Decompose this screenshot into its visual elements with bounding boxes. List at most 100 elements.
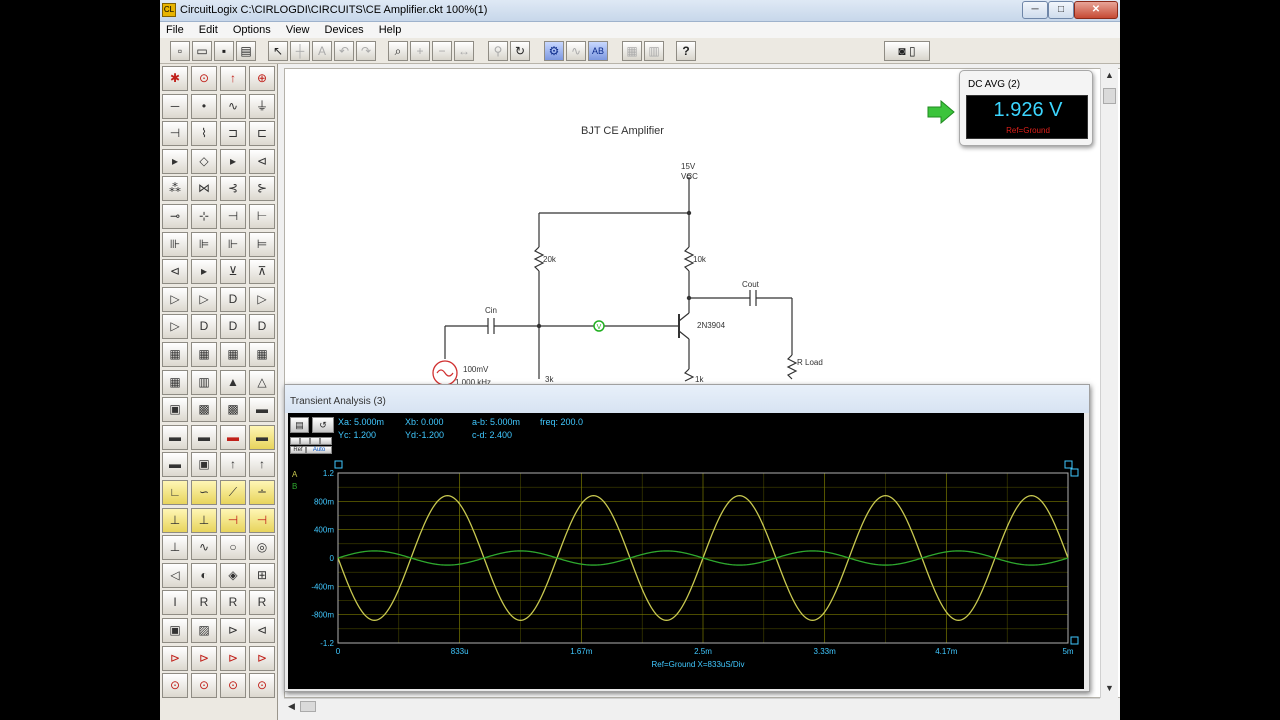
palette-component-icon[interactable]: ⌇	[191, 121, 217, 147]
palette-component-icon[interactable]: ⊲	[249, 618, 275, 643]
transient-analysis-window[interactable]: Transient Analysis (3) ▤ ↺ Ref Auto Xa: …	[284, 384, 1090, 692]
horizontal-scrollbar[interactable]: ◀	[284, 698, 1100, 714]
camera-icon[interactable]: ◙ ▯	[884, 41, 930, 61]
palette-component-icon[interactable]: •	[191, 93, 217, 119]
palette-component-icon[interactable]: ⊙	[191, 66, 217, 91]
palette-component-icon[interactable]: ◐	[191, 562, 217, 588]
palette-component-icon[interactable]: ⊙	[249, 673, 275, 699]
palette-component-icon[interactable]: ▣	[191, 452, 217, 478]
palette-component-icon[interactable]: ⊣	[220, 507, 246, 533]
palette-component-icon[interactable]: ⊻	[220, 259, 246, 285]
palette-component-icon[interactable]: ↑	[220, 66, 246, 91]
pointer-icon[interactable]: ↖	[268, 41, 288, 61]
palette-component-icon[interactable]: ⊙	[191, 673, 217, 699]
palette-component-icon[interactable]: ↑	[249, 452, 275, 478]
zoom-out-icon[interactable]: −	[432, 41, 452, 61]
palette-component-icon[interactable]: ▸	[191, 259, 217, 285]
fit-icon[interactable]: ↔	[454, 41, 474, 61]
menu-devices[interactable]: Devices	[319, 22, 370, 37]
menu-help[interactable]: Help	[373, 22, 408, 37]
palette-component-icon[interactable]: ⊳	[191, 645, 217, 671]
palette-component-icon[interactable]: ⊫	[191, 231, 217, 257]
wire-icon[interactable]: ┼	[290, 41, 310, 61]
palette-component-icon[interactable]: ◈	[220, 562, 246, 588]
minimize-button[interactable]: ─	[1022, 1, 1048, 19]
dc-avg-meter[interactable]: DC AVG (2) 1.926 V Ref=Ground	[959, 70, 1093, 146]
palette-component-icon[interactable]: D	[249, 314, 275, 340]
palette-component-icon[interactable]: ⊐	[220, 121, 246, 147]
scroll-down-icon[interactable]: ▼	[1105, 683, 1114, 693]
palette-component-icon[interactable]: ⊹	[191, 204, 217, 229]
new-icon[interactable]: ▫	[170, 41, 190, 61]
menu-options[interactable]: Options	[227, 22, 277, 37]
palette-component-icon[interactable]: ✱	[162, 66, 188, 91]
palette-component-icon[interactable]: ▸	[220, 148, 246, 174]
palette-component-icon[interactable]: ⊲	[162, 259, 188, 285]
palette-component-icon[interactable]: ▬	[220, 424, 246, 450]
vertical-scroll-thumb[interactable]	[1103, 88, 1116, 104]
palette-component-icon[interactable]: ⁂	[162, 176, 188, 202]
save-icon[interactable]: ▪	[214, 41, 234, 61]
palette-component-icon[interactable]: ⊪	[162, 231, 188, 257]
palette-component-icon[interactable]: ◎	[249, 535, 275, 561]
palette-component-icon[interactable]: ▥	[191, 369, 217, 395]
palette-component-icon[interactable]: ⊳	[220, 645, 246, 671]
palette-component-icon[interactable]: ◇	[191, 148, 217, 174]
grid-icon[interactable]: ▦	[622, 41, 642, 61]
palette-component-icon[interactable]: ⊣	[249, 507, 275, 533]
palette-component-icon[interactable]: ⊞	[249, 562, 275, 588]
palette-component-icon[interactable]: ⊣	[162, 121, 188, 147]
palette-component-icon[interactable]: ▣	[162, 397, 188, 423]
vertical-scrollbar[interactable]: ▲ ▼	[1100, 68, 1118, 698]
align-icon[interactable]: ▥	[644, 41, 664, 61]
palette-component-icon[interactable]: ▬	[249, 424, 275, 450]
palette-component-icon[interactable]: ▣	[162, 618, 188, 643]
menu-view[interactable]: View	[280, 22, 316, 37]
palette-component-icon[interactable]: ▬	[191, 424, 217, 450]
palette-component-icon[interactable]: ▷	[162, 314, 188, 340]
ab-icon[interactable]: AB	[588, 41, 608, 61]
palette-component-icon[interactable]: I	[162, 590, 188, 616]
palette-component-icon[interactable]: ⟋	[220, 480, 246, 505]
palette-component-icon[interactable]: ↑	[220, 452, 246, 478]
palette-component-icon[interactable]: ▷	[191, 286, 217, 312]
palette-component-icon[interactable]: R	[191, 590, 217, 616]
scroll-left-icon[interactable]: ◀	[288, 701, 295, 712]
palette-component-icon[interactable]: ▦	[162, 342, 188, 367]
palette-component-icon[interactable]: ▷	[249, 286, 275, 312]
palette-component-icon[interactable]: ⊏	[249, 121, 275, 147]
palette-component-icon[interactable]: ∽	[191, 480, 217, 505]
palette-component-icon[interactable]: ⊱	[249, 176, 275, 202]
palette-component-icon[interactable]: ⊥	[162, 507, 188, 533]
palette-component-icon[interactable]: ⊰	[220, 176, 246, 202]
palette-component-icon[interactable]: R	[249, 590, 275, 616]
palette-component-icon[interactable]: ▬	[162, 424, 188, 450]
simulate-icon[interactable]: ⚙	[544, 41, 564, 61]
palette-component-icon[interactable]: ⊨	[249, 231, 275, 257]
print-icon[interactable]: ▤	[236, 41, 256, 61]
palette-component-icon[interactable]: ⊼	[249, 259, 275, 285]
palette-component-icon[interactable]: ⊕	[249, 66, 275, 91]
palette-component-icon[interactable]: ⏚	[249, 93, 275, 119]
palette-component-icon[interactable]: ◁	[162, 562, 188, 588]
palette-component-icon[interactable]: ▨	[191, 618, 217, 643]
palette-component-icon[interactable]: D	[220, 314, 246, 340]
zoom-icon[interactable]: ⌕	[388, 41, 408, 61]
help-icon[interactable]: ?	[676, 41, 696, 61]
maximize-button[interactable]: □	[1048, 1, 1074, 19]
palette-component-icon[interactable]: ▬	[162, 452, 188, 478]
palette-component-icon[interactable]: ▬	[249, 397, 275, 423]
palette-component-icon[interactable]: ⊸	[162, 204, 188, 229]
palette-component-icon[interactable]: D	[220, 286, 246, 312]
palette-component-icon[interactable]: ⊲	[249, 148, 275, 174]
palette-component-icon[interactable]: ⊥	[191, 507, 217, 533]
palette-component-icon[interactable]: ⋈	[191, 176, 217, 202]
zoom-in-icon[interactable]: +	[410, 41, 430, 61]
palette-component-icon[interactable]: ▸	[162, 148, 188, 174]
palette-component-icon[interactable]: ⊢	[249, 204, 275, 229]
horizontal-scroll-thumb[interactable]	[300, 701, 316, 712]
palette-component-icon[interactable]: D	[191, 314, 217, 340]
palette-component-icon[interactable]: ▦	[191, 342, 217, 367]
palette-component-icon[interactable]: R	[220, 590, 246, 616]
close-button[interactable]: ✕	[1074, 1, 1118, 19]
